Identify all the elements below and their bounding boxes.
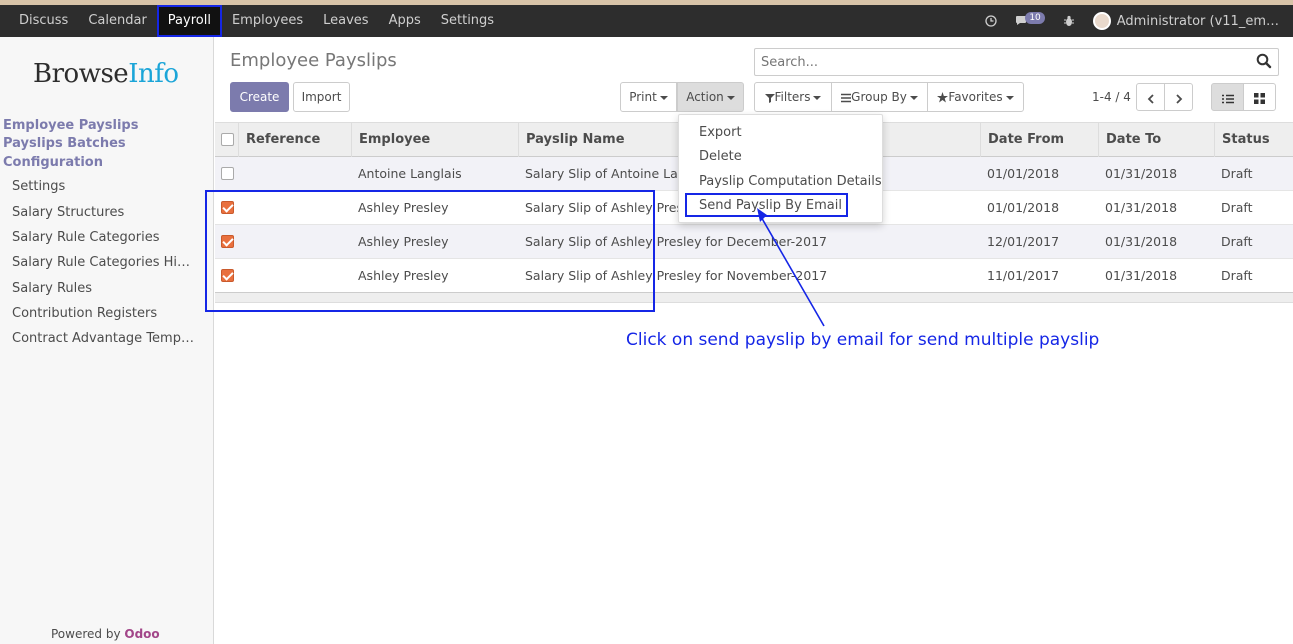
user-avatar[interactable] xyxy=(1092,12,1111,30)
group-by-button[interactable]: Group By xyxy=(831,82,928,112)
nav-apps[interactable]: Apps xyxy=(379,5,431,37)
cell-date-to: 01/31/2018 xyxy=(1105,166,1178,181)
sidebar-heading-configuration[interactable]: Configuration xyxy=(3,155,103,170)
column-date-from[interactable]: Date From xyxy=(980,123,1100,158)
create-button[interactable]: Create xyxy=(230,82,289,112)
sidebar-item-payslips-batches[interactable]: Payslips Batches xyxy=(3,136,126,151)
cell-reference xyxy=(238,157,245,191)
message-count-badge: 10 xyxy=(1025,12,1045,24)
menu-item-delete[interactable]: Delete xyxy=(699,149,742,164)
nav-employees[interactable]: Employees xyxy=(222,5,313,37)
column-reference[interactable]: Reference xyxy=(238,123,353,158)
cell-date-to: 01/31/2018 xyxy=(1105,234,1178,249)
chevron-down-icon xyxy=(659,95,668,100)
chevron-down-icon xyxy=(726,95,735,100)
odoo-link[interactable]: Odoo xyxy=(124,627,159,641)
cell-date-to: 01/31/2018 xyxy=(1105,268,1178,283)
cell-date-from: 12/01/2017 xyxy=(987,234,1060,249)
column-date-to[interactable]: Date To xyxy=(1098,123,1216,158)
chevron-down-icon xyxy=(909,95,918,100)
sidebar: BrowseInfo Employee Payslips Payslips Ba… xyxy=(0,37,214,644)
kanban-view-icon xyxy=(1254,93,1265,104)
selection-highlight-box xyxy=(205,190,655,312)
systray: 10 Administrator (v11_em… xyxy=(967,5,1279,37)
top-navbar: Discuss Calendar Payroll Employees Leave… xyxy=(0,0,1293,37)
sidebar-item-contract-advantage-templates[interactable]: Contract Advantage Temp… xyxy=(12,331,194,346)
pager-next-button[interactable] xyxy=(1164,83,1193,111)
cell-date-from: 01/01/2018 xyxy=(987,166,1060,181)
menu-item-export[interactable]: Export xyxy=(699,125,742,140)
powered-by: Powered by Odoo xyxy=(51,627,160,641)
sidebar-item-salary-structures[interactable]: Salary Structures xyxy=(12,205,124,220)
cell-employee: Antoine Langlais xyxy=(358,166,462,181)
cell-status: Draft xyxy=(1221,268,1253,283)
sidebar-item-salary-rules[interactable]: Salary Rules xyxy=(12,281,92,296)
cell-status: Draft xyxy=(1221,166,1253,181)
clock-icon[interactable] xyxy=(985,15,997,27)
app-menu: Discuss Calendar Payroll Employees Leave… xyxy=(9,5,504,37)
sidebar-item-employee-payslips[interactable]: Employee Payslips xyxy=(3,118,138,133)
cell-date-from: 11/01/2017 xyxy=(987,268,1060,283)
bug-icon[interactable] xyxy=(1063,15,1075,27)
sidebar-item-salary-rule-categories[interactable]: Salary Rule Categories xyxy=(12,230,159,245)
nav-leaves[interactable]: Leaves xyxy=(313,5,378,37)
sidebar-item-settings[interactable]: Settings xyxy=(12,179,65,194)
row-checkbox[interactable] xyxy=(221,167,234,180)
pager-value[interactable]: 1-4 / 4 xyxy=(1092,90,1131,104)
import-button[interactable]: Import xyxy=(293,82,350,112)
list-view-icon xyxy=(1221,94,1234,103)
messages-icon[interactable]: 10 xyxy=(1015,12,1045,27)
print-button[interactable]: Print xyxy=(620,82,677,112)
browseinfo-logo: BrowseInfo xyxy=(33,59,179,89)
list-view-button[interactable] xyxy=(1211,83,1244,111)
action-button[interactable]: Action xyxy=(677,82,744,112)
search-icon[interactable] xyxy=(1256,53,1272,69)
user-menu[interactable]: Administrator (v11_em… xyxy=(1117,14,1279,29)
chevron-left-icon xyxy=(1147,93,1154,104)
sidebar-item-contribution-registers[interactable]: Contribution Registers xyxy=(12,306,157,321)
filter-icon xyxy=(764,93,775,103)
search-input[interactable] xyxy=(755,49,1235,75)
send-email-highlight-box xyxy=(685,193,848,217)
chevron-down-icon xyxy=(1005,95,1014,100)
cell-date-to: 01/31/2018 xyxy=(1105,200,1178,215)
filters-button[interactable]: Filters xyxy=(754,82,832,112)
menu-item-payslip-computation-details[interactable]: Payslip Computation Details xyxy=(699,174,882,189)
select-all-checkbox[interactable] xyxy=(221,133,234,146)
cell-status: Draft xyxy=(1221,234,1253,249)
nav-settings[interactable]: Settings xyxy=(431,5,504,37)
kanban-view-button[interactable] xyxy=(1243,83,1276,111)
star-icon xyxy=(937,92,949,103)
sidebar-item-salary-rule-categories-hierarchy[interactable]: Salary Rule Categories Hi… xyxy=(12,255,190,270)
page-title: Employee Payslips xyxy=(230,50,397,71)
favorites-button[interactable]: Favorites xyxy=(927,82,1024,112)
column-employee[interactable]: Employee xyxy=(351,123,519,158)
chevron-right-icon xyxy=(1175,93,1182,104)
column-status[interactable]: Status xyxy=(1214,123,1293,158)
nav-discuss[interactable]: Discuss xyxy=(9,5,78,37)
list-icon xyxy=(841,93,852,102)
annotation-text: Click on send payslip by email for send … xyxy=(626,330,1100,350)
search-bar xyxy=(754,48,1279,76)
pager-previous-button[interactable] xyxy=(1136,83,1165,111)
cell-status: Draft xyxy=(1221,200,1253,215)
chevron-down-icon xyxy=(813,95,822,100)
cell-date-from: 01/01/2018 xyxy=(987,200,1060,215)
nav-payroll[interactable]: Payroll xyxy=(156,5,222,37)
nav-calendar[interactable]: Calendar xyxy=(78,5,156,37)
